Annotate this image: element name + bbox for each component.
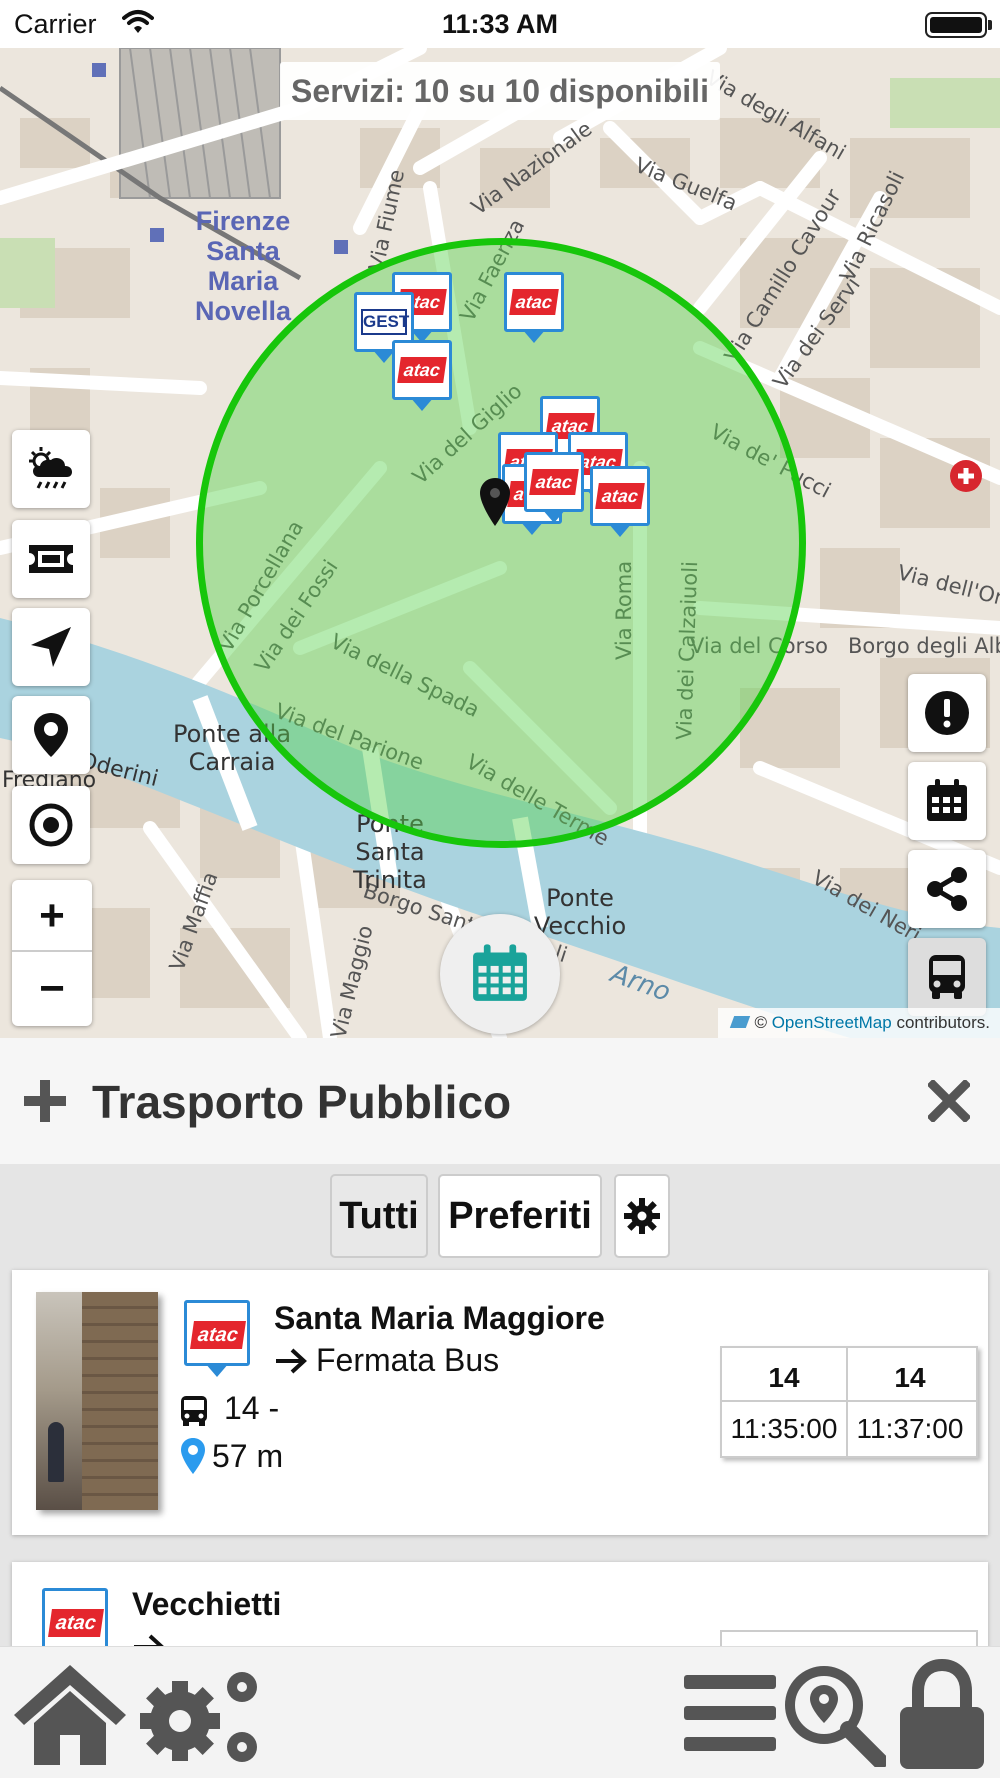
stop-list[interactable]: atac Santa Maria Maggiore Fermata Bus 14… bbox=[0, 1264, 1000, 1646]
arrow-right-icon bbox=[276, 1348, 307, 1374]
operator-logo: atac bbox=[529, 469, 579, 495]
filter-settings-button[interactable] bbox=[614, 1174, 670, 1258]
services-banner: Servizi: 10 su 10 disponibili bbox=[280, 62, 720, 120]
map-marker-icon bbox=[181, 1438, 205, 1474]
close-icon[interactable] bbox=[928, 1080, 970, 1122]
search-radius bbox=[196, 238, 806, 848]
battery-cap bbox=[988, 20, 992, 30]
weather-button[interactable] bbox=[12, 430, 90, 508]
operator-logo: atac bbox=[190, 1321, 246, 1349]
battery-icon bbox=[925, 12, 987, 38]
gear-icon bbox=[624, 1198, 660, 1234]
street-label: Borgo degli Albizi bbox=[848, 634, 1000, 658]
pin-button[interactable] bbox=[12, 696, 90, 774]
stop-name[interactable]: Vecchietti bbox=[132, 1586, 281, 1623]
stop-marker[interactable]: atac bbox=[524, 452, 584, 526]
stop-marker[interactable]: atac bbox=[392, 340, 452, 414]
navigate-button[interactable] bbox=[12, 608, 90, 686]
operator-logo: atac bbox=[397, 357, 447, 383]
arrow-right-icon bbox=[134, 1634, 164, 1646]
target-icon bbox=[29, 803, 73, 847]
clock: 11:33 AM bbox=[441, 9, 559, 39]
status-bar: Carrier 11:33 AM bbox=[0, 0, 1000, 48]
bottom-toolbar bbox=[0, 1646, 1000, 1778]
departure-time: 11:37:00 bbox=[856, 1413, 964, 1444]
zoom-in-button[interactable]: + bbox=[12, 880, 92, 952]
operator-marker: atac bbox=[42, 1588, 108, 1646]
weather-icon bbox=[29, 447, 72, 489]
zoom-control: + − bbox=[12, 880, 92, 1026]
panel-header: Trasporto Pubblico bbox=[0, 1038, 1000, 1164]
expand-icon[interactable] bbox=[22, 1078, 68, 1124]
stop-marker[interactable]: atac bbox=[590, 466, 650, 540]
stop-distance: 57 m bbox=[212, 1438, 284, 1474]
operator-logo: atac bbox=[48, 1609, 104, 1637]
ticket-button[interactable] bbox=[12, 520, 90, 598]
operator-logo: atac bbox=[509, 289, 559, 315]
user-location-pin bbox=[480, 478, 510, 526]
osm-link[interactable]: OpenStreetMap bbox=[772, 1013, 892, 1032]
attribution-prefix: © bbox=[754, 1013, 767, 1032]
place-label: Ponte Vecchio bbox=[533, 884, 627, 940]
stop-lines: 14 - bbox=[224, 1390, 280, 1426]
filter-favorites-button[interactable]: Preferiti bbox=[438, 1174, 602, 1258]
share-button[interactable] bbox=[908, 850, 986, 928]
operator-logo: GEST bbox=[361, 309, 409, 335]
stop-type: Fermata Bus bbox=[316, 1342, 500, 1378]
alert-button[interactable] bbox=[908, 674, 986, 752]
panel-title: Trasporto Pubblico bbox=[92, 1076, 512, 1128]
filter-all-button[interactable]: Tutti bbox=[330, 1174, 428, 1258]
pin-icon bbox=[34, 713, 68, 757]
departure-line: 14 bbox=[894, 1362, 926, 1393]
departure-line: 14 bbox=[768, 1362, 800, 1393]
search-map-icon[interactable] bbox=[782, 1663, 886, 1767]
alert-icon bbox=[925, 691, 969, 735]
navigate-icon bbox=[31, 627, 71, 667]
menu-icon[interactable] bbox=[684, 1673, 776, 1753]
calendar-icon bbox=[473, 944, 527, 1001]
transit-button[interactable] bbox=[908, 938, 986, 1016]
home-icon[interactable] bbox=[12, 1663, 128, 1767]
calendar-icon bbox=[927, 779, 967, 821]
stop-name[interactable]: Santa Maria Maggiore bbox=[274, 1300, 605, 1337]
stop-card[interactable]: atac Santa Maria Maggiore Fermata Bus 14… bbox=[12, 1270, 988, 1535]
stop-marker[interactable]: atac bbox=[504, 272, 564, 346]
share-icon bbox=[927, 867, 967, 911]
ticket-icon bbox=[29, 545, 73, 573]
stop-card[interactable]: atac Vecchietti bbox=[12, 1562, 988, 1646]
leaflet-icon bbox=[730, 1016, 751, 1028]
settings-icon[interactable] bbox=[136, 1659, 266, 1769]
departure-time: 11:35:00 bbox=[730, 1413, 838, 1444]
stop-photo[interactable] bbox=[36, 1292, 158, 1510]
map-attribution: © OpenStreetMap contributors. bbox=[718, 1008, 1000, 1038]
station-label: Firenze Santa Maria Novella bbox=[194, 206, 292, 326]
bus-icon bbox=[929, 955, 965, 999]
attribution-suffix: contributors. bbox=[896, 1013, 990, 1032]
departure-table: 14 14 11:35:00 11:37:00 bbox=[720, 1346, 978, 1458]
map-view[interactable]: Via Guelfa Via Nazionale Via Faenza Via … bbox=[0, 48, 1000, 1038]
center-location-button[interactable] bbox=[12, 786, 90, 864]
zoom-out-button[interactable]: − bbox=[12, 953, 92, 1025]
lock-icon[interactable] bbox=[896, 1659, 988, 1771]
timetable-button[interactable] bbox=[440, 914, 560, 1034]
filter-bar: Tutti Preferiti bbox=[0, 1164, 1000, 1264]
operator-marker: atac bbox=[184, 1300, 250, 1380]
departure-table bbox=[720, 1630, 978, 1646]
bus-icon bbox=[181, 1396, 207, 1426]
calendar-button[interactable] bbox=[908, 762, 986, 840]
operator-logo: atac bbox=[595, 483, 645, 509]
